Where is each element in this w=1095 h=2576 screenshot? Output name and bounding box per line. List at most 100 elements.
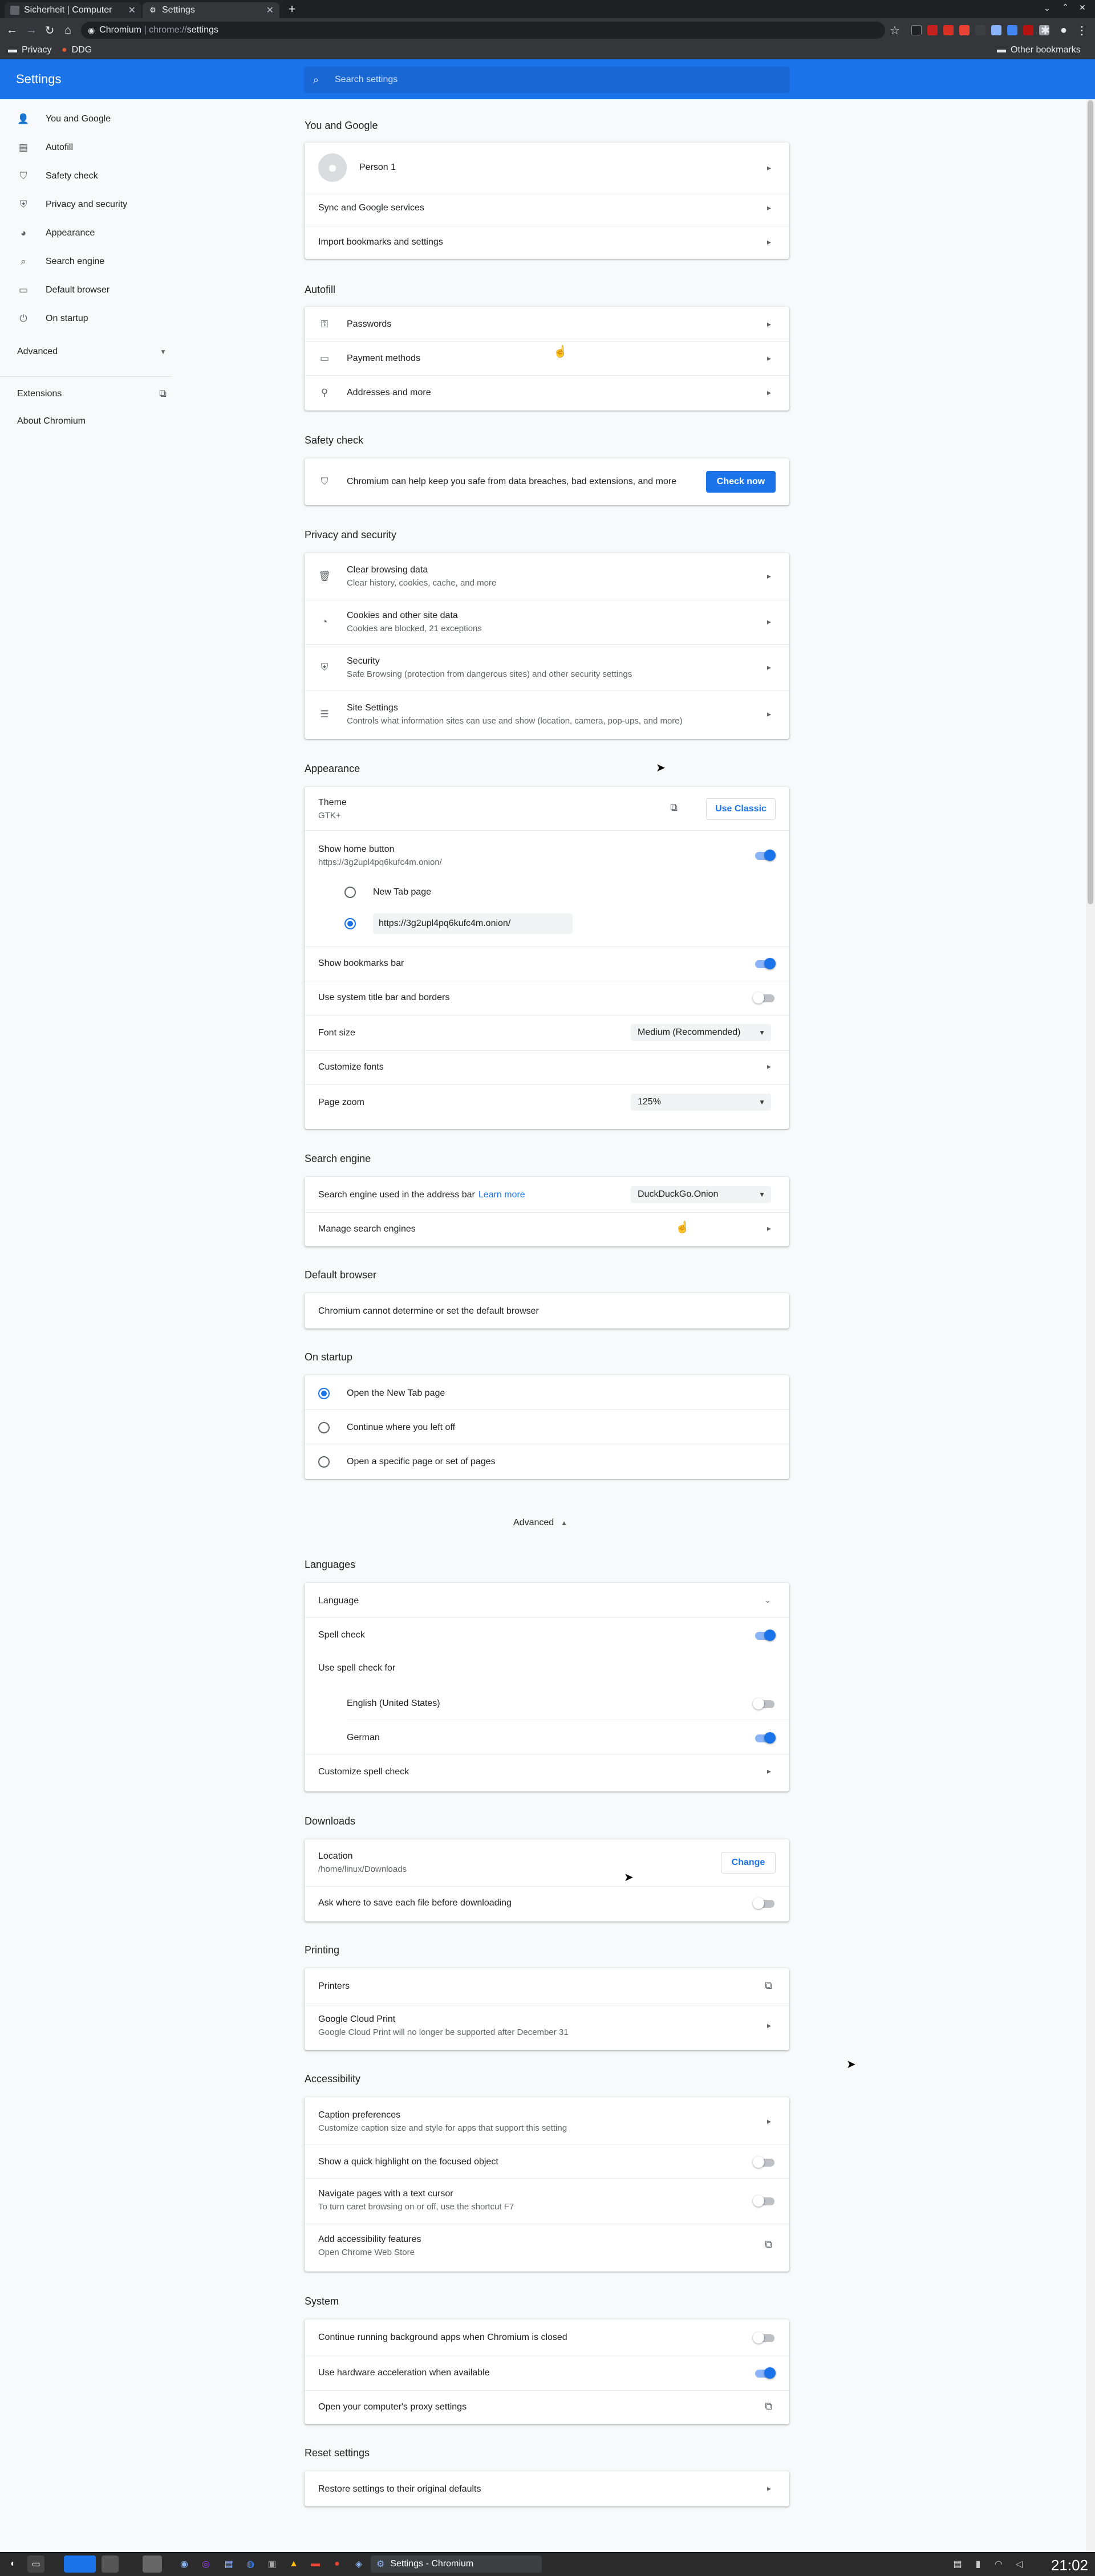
start-menu-icon[interactable]: ◐: [5, 2555, 22, 2573]
radio-button[interactable]: [318, 1388, 330, 1399]
media-icon[interactable]: ●: [328, 2555, 346, 2573]
hardware-acceleration-toggle[interactable]: [753, 2367, 776, 2379]
tor-icon[interactable]: ◎: [197, 2555, 214, 2573]
open-external-icon[interactable]: ⧉: [670, 802, 678, 814]
extension-icon[interactable]: [1023, 25, 1033, 35]
radio-button[interactable]: [318, 1422, 330, 1433]
bookmark-privacy[interactable]: ▬ Privacy: [8, 45, 51, 55]
system-title-bar-toggle[interactable]: [753, 992, 776, 1003]
cookies-row[interactable]: ◔ Cookies and other site data Cookies are …: [318, 609, 776, 635]
page-zoom-select[interactable]: 125% ▼: [631, 1094, 771, 1111]
sidebar-item-appearance[interactable]: ◕ Appearance: [17, 227, 95, 239]
sidebar-item-you-and-google[interactable]: 👤 You and Google: [17, 113, 111, 125]
sidebar-item-on-startup[interactable]: ⏻ On startup: [17, 312, 88, 325]
customize-fonts-row[interactable]: Customize fonts: [318, 1057, 776, 1078]
extension-icon[interactable]: [959, 25, 970, 35]
radio-button[interactable]: [344, 887, 356, 898]
chromium-taskbar-icon[interactable]: ◉: [176, 2555, 193, 2573]
german-toggle[interactable]: [753, 1732, 776, 1744]
battery-icon[interactable]: ▮: [970, 2555, 987, 2573]
extension-icon[interactable]: [943, 25, 954, 35]
proxy-settings-row[interactable]: Open your computer's proxy settings: [318, 2397, 776, 2417]
sync-row[interactable]: Sync and Google services: [318, 200, 776, 217]
volume-icon[interactable]: ◁: [1011, 2555, 1028, 2573]
search-settings-input[interactable]: ⌕ Search settings: [304, 67, 790, 93]
font-size-select[interactable]: Medium (Recommended) ▼: [631, 1024, 771, 1041]
startup-option-continue[interactable]: Continue where you left off: [318, 1417, 776, 1438]
files-icon[interactable]: ▤: [220, 2555, 237, 2573]
security-row[interactable]: ⛨ Security Safe Browsing (protection from …: [318, 655, 776, 681]
custom-home-option[interactable]: https://3g2upl4pq6kufc4m.onion/: [344, 913, 776, 934]
close-tab-icon[interactable]: ✕: [128, 5, 136, 16]
address-bar[interactable]: ◉ Chromium | chrome:// settings: [81, 22, 885, 39]
customize-spell-check-row[interactable]: Customize spell check: [318, 1762, 776, 1782]
extension-icon[interactable]: [1007, 25, 1017, 35]
add-accessibility-row[interactable]: Add accessibility features Open Chrome We…: [318, 2232, 776, 2260]
close-tab-icon[interactable]: ✕: [266, 5, 274, 16]
caret-browsing-toggle[interactable]: [753, 2195, 776, 2207]
sidebar-item-privacy[interactable]: ⛨ Privacy and security: [17, 198, 128, 211]
new-tab-icon[interactable]: +: [284, 2, 300, 16]
pdf-icon[interactable]: ▬: [307, 2555, 324, 2573]
browser-taskbar-icon[interactable]: ◍: [242, 2555, 259, 2573]
extension-icon[interactable]: [991, 25, 1001, 35]
home-button-toggle[interactable]: [753, 850, 776, 861]
vlc-icon[interactable]: ▲: [285, 2555, 302, 2573]
tab-sicherheit[interactable]: Sicherheit | Computer ✕: [5, 2, 141, 18]
language-row[interactable]: Language: [318, 1591, 776, 1611]
passwords-row[interactable]: ⚿ Passwords: [318, 316, 776, 333]
sidebar-extensions[interactable]: Extensions ⧉: [17, 388, 167, 400]
addresses-row[interactable]: ⚲ Addresses and more: [318, 384, 776, 401]
profile-avatar-icon[interactable]: ●: [1056, 23, 1071, 38]
import-row[interactable]: Import bookmarks and settings: [318, 234, 776, 251]
restore-defaults-row[interactable]: Restore settings to their original defau…: [318, 2479, 776, 2500]
desktop-icon[interactable]: ▭: [27, 2555, 44, 2573]
sidebar-about[interactable]: About Chromium: [17, 416, 86, 426]
startup-option-new-tab[interactable]: Open the New Tab page: [318, 1383, 776, 1404]
check-now-button[interactable]: Check now: [706, 471, 776, 493]
ask-where-toggle[interactable]: [753, 1898, 776, 1909]
home-url-input[interactable]: https://3g2upl4pq6kufc4m.onion/: [373, 913, 573, 934]
home-icon[interactable]: ⌂: [60, 23, 75, 38]
wifi-icon[interactable]: ◠: [990, 2555, 1007, 2573]
workspace-3-icon[interactable]: [143, 2555, 162, 2573]
startup-option-specific[interactable]: Open a specific page or set of pages: [318, 1452, 776, 1472]
search-engine-select[interactable]: DuckDuckGo.Onion ▼: [631, 1186, 771, 1203]
extension-icon[interactable]: [927, 25, 938, 35]
clear-browsing-data-row[interactable]: 🗑 Clear browsing data Clear history, cooki…: [318, 563, 776, 590]
person-row[interactable]: ● Person 1: [318, 151, 776, 185]
sidebar-advanced[interactable]: Advanced ▼: [17, 347, 167, 357]
clipboard-tray-icon[interactable]: ▤: [949, 2555, 966, 2573]
caption-preferences-row[interactable]: Caption preferences Customize caption siz…: [318, 2107, 776, 2136]
terminal-icon[interactable]: ▣: [263, 2555, 281, 2573]
radio-button[interactable]: [318, 1456, 330, 1468]
other-bookmarks[interactable]: ▬ Other bookmarks: [997, 45, 1081, 55]
minimize-icon[interactable]: ⌄: [1044, 3, 1051, 13]
steam-icon[interactable]: ◈: [350, 2555, 367, 2573]
background-apps-toggle[interactable]: [753, 2332, 776, 2343]
advanced-toggle[interactable]: Advanced ▲: [513, 1518, 567, 1528]
radio-button[interactable]: [344, 918, 356, 929]
taskbar-window-settings[interactable]: ⚙ Settings - Chromium: [371, 2555, 542, 2573]
payment-methods-row[interactable]: ▭ Payment methods: [318, 350, 776, 367]
extension-icon[interactable]: [911, 25, 922, 35]
manage-search-engines-row[interactable]: Manage search engines: [318, 1219, 776, 1240]
use-classic-button[interactable]: Use Classic: [706, 798, 776, 820]
change-button[interactable]: Change: [721, 1852, 776, 1874]
learn-more-link[interactable]: Learn more: [478, 1190, 525, 1200]
bookmark-ddg[interactable]: ● DDG: [62, 45, 92, 55]
printers-row[interactable]: Printers: [318, 1976, 776, 1997]
sidebar-item-search-engine[interactable]: ⌕ Search engine: [17, 255, 104, 268]
close-window-icon[interactable]: ✕: [1079, 3, 1086, 13]
extension-icon[interactable]: [975, 25, 986, 35]
maximize-icon[interactable]: ⌃: [1062, 2, 1069, 12]
scrollbar-thumb[interactable]: [1088, 100, 1093, 904]
english-toggle[interactable]: [753, 1698, 776, 1709]
sidebar-item-default-browser[interactable]: ▭ Default browser: [17, 284, 110, 296]
forward-icon[interactable]: →: [24, 23, 39, 38]
menu-icon[interactable]: ⋮: [1074, 23, 1089, 38]
back-icon[interactable]: ←: [5, 23, 19, 38]
workspace-1-icon[interactable]: [64, 2555, 96, 2573]
cloud-print-row[interactable]: Google Cloud Print Google Cloud Print wil…: [318, 2012, 776, 2040]
bookmark-star-icon[interactable]: ☆: [887, 23, 902, 38]
